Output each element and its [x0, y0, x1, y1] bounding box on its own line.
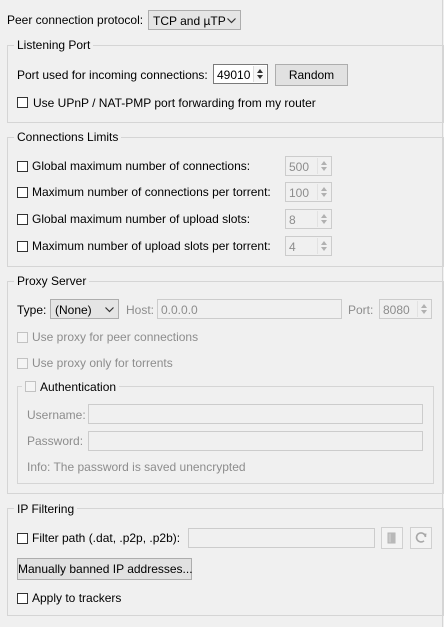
proxy-host-label: Host:: [126, 303, 155, 317]
spin-arrows[interactable]: [253, 66, 266, 82]
global-max-connections-checkbox[interactable]: [17, 161, 28, 172]
apply-to-trackers-label: Apply to trackers: [32, 591, 122, 605]
filter-path-label: Filter path (.dat, .p2p, .p2b):: [32, 531, 181, 545]
proxy-server-title: Proxy Server: [14, 274, 90, 288]
spin-down-icon: [321, 220, 327, 224]
upload-slots-per-torrent-spinbox[interactable]: 4: [285, 236, 332, 256]
spin-up-icon: [421, 304, 427, 308]
password-label: Password:: [27, 434, 84, 448]
proxy-only-torrents-label: Use proxy only for torrents: [32, 356, 173, 370]
global-max-connections-spinbox[interactable]: 500: [285, 156, 332, 176]
listening-port-group: [7, 45, 444, 123]
spin-up-icon: [321, 214, 327, 218]
proxy-host-value: 0.0.0.0: [161, 303, 198, 317]
spin-down-icon: [421, 310, 427, 314]
proxy-type-value: (None): [55, 303, 92, 317]
global-upload-slots-value: 8: [289, 213, 296, 227]
global-upload-slots-spinbox[interactable]: 8: [285, 209, 332, 229]
protocol-value: TCP and µTP: [153, 14, 226, 28]
spin-up-icon: [321, 241, 327, 245]
listening-port-title: Listening Port: [14, 38, 94, 52]
random-port-button[interactable]: Random: [275, 64, 348, 86]
proxy-host-input[interactable]: 0.0.0.0: [157, 299, 342, 319]
global-upload-slots-checkbox[interactable]: [17, 214, 28, 225]
authentication-title: Authentication: [40, 380, 117, 394]
authentication-legend: Authentication: [22, 380, 120, 394]
spin-down-icon: [257, 75, 263, 79]
global-max-connections-value: 500: [289, 160, 310, 174]
spin-arrows[interactable]: [317, 238, 330, 254]
filter-path-input[interactable]: [188, 528, 375, 548]
browse-filter-button[interactable]: [381, 527, 403, 549]
global-upload-slots-label: Global maximum number of upload slots:: [32, 212, 251, 226]
proxy-type-label: Type:: [17, 303, 47, 317]
username-label: Username:: [27, 408, 86, 422]
connection-limits-title: Connections Limits: [14, 130, 122, 144]
upload-slots-per-torrent-value: 4: [289, 240, 296, 254]
spin-up-icon: [321, 161, 327, 165]
reload-filter-button[interactable]: [410, 527, 432, 549]
max-connections-per-torrent-checkbox[interactable]: [17, 187, 28, 198]
authentication-checkbox[interactable]: [25, 381, 36, 392]
username-input[interactable]: [88, 404, 423, 424]
refresh-icon: [415, 532, 427, 543]
global-max-connections-label: Global maximum number of connections:: [32, 159, 251, 173]
proxy-port-value: 8080: [383, 303, 410, 317]
spin-arrows[interactable]: [317, 184, 330, 200]
upnp-checkbox[interactable]: [17, 97, 28, 108]
spin-arrows[interactable]: [417, 301, 430, 317]
incoming-port-label: Port used for incoming connections:: [17, 68, 208, 82]
incoming-port-value: 49010: [217, 68, 251, 82]
spin-up-icon: [257, 69, 263, 73]
protocol-dropdown[interactable]: TCP and µTP: [148, 10, 241, 30]
ip-filtering-title: IP Filtering: [14, 502, 78, 516]
incoming-port-spinbox[interactable]: 49010: [213, 64, 268, 84]
apply-to-trackers-checkbox[interactable]: [17, 593, 28, 604]
filter-path-checkbox[interactable]: [17, 533, 28, 544]
banned-ip-button[interactable]: Manually banned IP addresses...: [17, 558, 193, 580]
max-connections-per-torrent-value: 100: [289, 186, 310, 200]
proxy-type-dropdown[interactable]: (None): [50, 299, 119, 319]
password-input[interactable]: [88, 431, 423, 451]
max-connections-per-torrent-spinbox[interactable]: 100: [285, 182, 332, 202]
upnp-label: Use UPnP / NAT-PMP port forwarding from …: [33, 96, 316, 110]
max-connections-per-torrent-label: Maximum number of connections per torren…: [32, 185, 271, 199]
proxy-port-spinbox[interactable]: 8080: [379, 299, 432, 319]
spin-down-icon: [321, 247, 327, 251]
folder-icon: [387, 532, 396, 544]
chevron-down-icon: [105, 307, 114, 313]
spin-arrows[interactable]: [317, 158, 330, 174]
spin-up-icon: [321, 187, 327, 191]
spin-down-icon: [321, 167, 327, 171]
upload-slots-per-torrent-label: Maximum number of upload slots per torre…: [32, 239, 271, 253]
spin-arrows[interactable]: [317, 211, 330, 227]
password-info-text: Info: The password is saved unencrypted: [27, 460, 246, 474]
protocol-label: Peer connection protocol:: [7, 13, 144, 27]
proxy-peer-connections-label: Use proxy for peer connections: [32, 330, 199, 344]
upload-slots-per-torrent-checkbox[interactable]: [17, 241, 28, 252]
spin-down-icon: [321, 193, 327, 197]
proxy-port-label: Port:: [348, 303, 374, 317]
chevron-down-icon: [227, 18, 236, 24]
proxy-only-torrents-checkbox[interactable]: [17, 358, 28, 369]
proxy-peer-connections-checkbox[interactable]: [17, 332, 28, 343]
